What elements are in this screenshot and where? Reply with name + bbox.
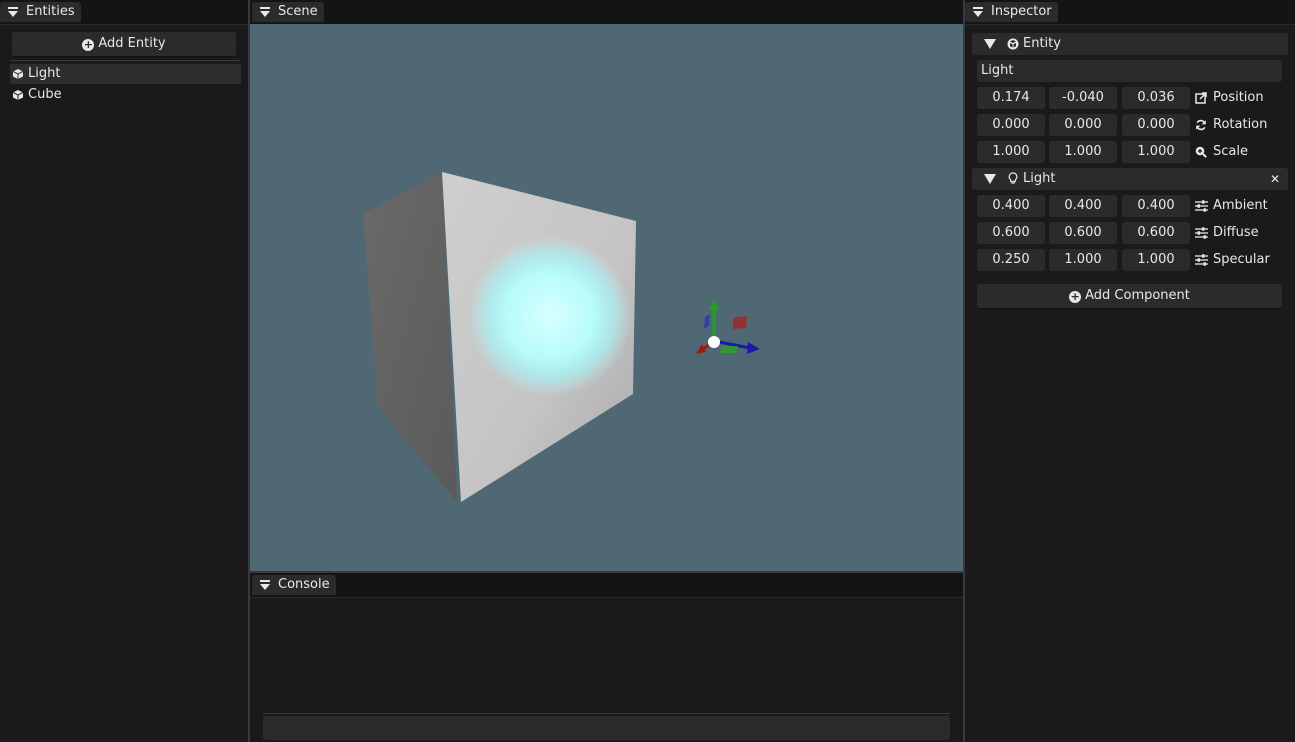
sliders-icon: [1195, 200, 1208, 212]
diffuse-r-field[interactable]: 0.600: [977, 222, 1045, 244]
plus-circle-icon: +: [82, 38, 95, 51]
cubes-icon: [1007, 38, 1019, 50]
cube-icon: [13, 69, 23, 79]
tab-inspector[interactable]: Inspector: [965, 2, 1058, 22]
sliders-icon: [1195, 227, 1208, 239]
lightbulb-icon: [1008, 172, 1018, 184]
add-component-button[interactable]: + Add Component: [977, 284, 1282, 309]
external-link-icon: [1195, 92, 1207, 104]
position-x-field[interactable]: 0.174: [977, 87, 1045, 109]
position-y-field[interactable]: -0.040: [1049, 87, 1117, 109]
sliders-icon: [1195, 254, 1208, 266]
position-z-field[interactable]: 0.036: [1122, 87, 1190, 109]
light-section-header[interactable]: Light ✕: [972, 168, 1288, 190]
entity-section-header[interactable]: Entity: [972, 33, 1288, 55]
diffuse-label: Diffuse: [1195, 222, 1259, 244]
position-label: Position: [1195, 87, 1264, 109]
scale-z-field[interactable]: 1.000: [1122, 141, 1190, 163]
ambient-r-field[interactable]: 0.400: [977, 195, 1045, 217]
rotation-x-field[interactable]: 0.000: [977, 114, 1045, 136]
specular-label: Specular: [1195, 249, 1270, 271]
scale-y-field[interactable]: 1.000: [1049, 141, 1117, 163]
entity-item-cube[interactable]: Cube: [10, 85, 241, 105]
entity-section-title: Entity: [1023, 36, 1061, 51]
specular-b-field[interactable]: 1.000: [1122, 249, 1190, 271]
tab-scene[interactable]: Scene: [252, 2, 324, 22]
divider: [10, 60, 241, 61]
refresh-icon: [1196, 119, 1206, 131]
inspector-titlebar: Inspector: [965, 0, 1295, 25]
specular-r-field[interactable]: 0.250: [977, 249, 1045, 271]
transform-gizmo[interactable]: [696, 300, 760, 354]
tab-entities-label: Entities: [26, 4, 75, 19]
cube-icon: [13, 90, 23, 100]
caret-down-icon[interactable]: [984, 39, 996, 49]
plus-circle-icon: +: [1069, 290, 1082, 303]
diffuse-g-field[interactable]: 0.600: [1049, 222, 1117, 244]
entities-panel: Entities + Add Entity Light Cube: [0, 0, 249, 742]
tab-scene-label: Scene: [278, 4, 318, 19]
ambient-b-field[interactable]: 0.400: [1122, 195, 1190, 217]
specular-g-field[interactable]: 1.000: [1049, 249, 1117, 271]
tab-console-label: Console: [278, 577, 330, 592]
light-section-title: Light: [1023, 171, 1056, 186]
zoom-icon: [1195, 146, 1207, 158]
remove-component-button[interactable]: ✕: [1270, 168, 1280, 190]
tab-inspector-label: Inspector: [991, 4, 1052, 19]
light-glow: [468, 236, 632, 396]
scale-label: Scale: [1195, 141, 1248, 163]
console-titlebar: Console: [250, 573, 963, 598]
inspector-panel: Inspector: [965, 0, 1295, 742]
ambient-g-field[interactable]: 0.400: [1049, 195, 1117, 217]
entity-item-label: Light: [28, 66, 61, 81]
ambient-label: Ambient: [1195, 195, 1268, 217]
tab-entities[interactable]: Entities: [0, 2, 81, 22]
entities-titlebar: Entities: [0, 0, 249, 25]
entity-item-label: Cube: [28, 87, 62, 102]
console-divider: [263, 713, 950, 714]
scene-render[interactable]: [250, 24, 963, 571]
scale-x-field[interactable]: 1.000: [977, 141, 1045, 163]
add-component-label: Add Component: [1085, 288, 1190, 303]
diffuse-b-field[interactable]: 0.600: [1122, 222, 1190, 244]
add-entity-button[interactable]: + Add Entity: [12, 32, 236, 57]
entity-item-light[interactable]: Light: [10, 64, 241, 84]
add-entity-label: Add Entity: [98, 36, 166, 51]
entity-name-input[interactable]: Light: [977, 60, 1282, 82]
scene-viewport[interactable]: [250, 24, 963, 571]
tab-console[interactable]: Console: [252, 575, 336, 595]
caret-down-icon[interactable]: [984, 174, 996, 184]
rotation-z-field[interactable]: 0.000: [1122, 114, 1190, 136]
rotation-label: Rotation: [1195, 114, 1267, 136]
console-input[interactable]: [263, 716, 950, 740]
scene-titlebar: Scene: [250, 0, 963, 25]
rotation-y-field[interactable]: 0.000: [1049, 114, 1117, 136]
